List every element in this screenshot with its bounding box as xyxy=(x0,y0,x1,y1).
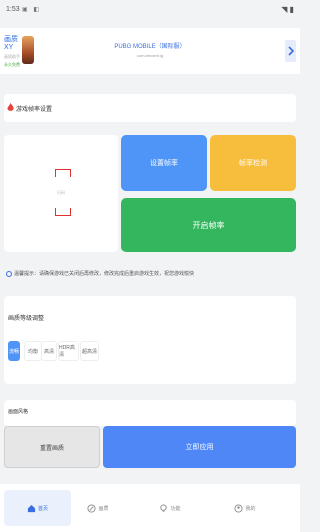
status-time: 1:53 xyxy=(6,6,20,13)
quality-option-hdr[interactable]: HDR高清 xyxy=(58,341,79,361)
apply-button[interactable]: 立即应用 xyxy=(103,426,296,468)
action-bar: 重置画质 立即应用 xyxy=(0,426,300,472)
info-icon xyxy=(6,270,12,277)
signal-battery-icons: ◥ ▮ xyxy=(281,5,294,14)
scan-corner xyxy=(63,208,71,216)
chevron-right-icon xyxy=(287,46,294,56)
game-package: com.tencent.ig xyxy=(136,53,163,58)
notification-icons: ▣ ◧ xyxy=(22,7,42,13)
quality-option-ultra[interactable]: 超高清 xyxy=(80,341,99,361)
home-icon xyxy=(27,504,36,512)
scan-corner xyxy=(63,169,71,177)
quality-option-smooth[interactable]: 流畅 xyxy=(8,341,20,361)
status-bar: 1:53 ▣ ◧ ◥ ▮ xyxy=(0,0,300,22)
fire-icon xyxy=(7,103,14,111)
scan-hint: 扫码 xyxy=(57,190,65,195)
free-badge: 永久免费 xyxy=(4,62,20,67)
tab-label: 首页 xyxy=(37,505,48,512)
enable-framerate-button[interactable]: 开启帧率 xyxy=(121,198,296,252)
set-framerate-button[interactable]: 设置帧率 xyxy=(121,135,207,191)
tab-features[interactable]: 功能 xyxy=(150,490,190,526)
section-title: 画面风格 xyxy=(8,409,29,415)
reset-button[interactable]: 重置画质 xyxy=(4,426,100,468)
tab-profile[interactable]: 我的 xyxy=(225,490,265,526)
tab-label: 画质 xyxy=(98,505,109,512)
game-name: PUBG MOBILE（国际服） xyxy=(114,44,186,50)
check-framerate-button[interactable]: 帧率检测 xyxy=(210,135,296,191)
scan-corner xyxy=(55,169,63,177)
section-title: 游戏帧率设置 xyxy=(16,107,53,113)
section-title: 画质等级调整 xyxy=(8,316,45,322)
quality-section-card: 画质等级调整 流畅 均衡 高清 HDR高清 超高清 xyxy=(4,296,296,384)
tab-label: 我的 xyxy=(245,505,256,512)
bulb-icon xyxy=(160,503,168,512)
tab-label: 功能 xyxy=(170,505,181,512)
user-icon xyxy=(234,503,244,513)
quality-option-balanced[interactable]: 均衡 xyxy=(24,341,42,361)
scan-corner xyxy=(55,208,63,216)
framerate-section-card: 游戏帧率设置 xyxy=(4,94,296,122)
game-selector-bar[interactable]: 画质XY 画质助手 永久免费 PUBG MOBILE（国际服） com.tenc… xyxy=(0,28,300,74)
tab-quality[interactable]: 画质 xyxy=(78,490,118,526)
scan-box[interactable]: 扫码 xyxy=(4,135,118,252)
notice: 温馨提示：请确保游戏已关闭后再修改，修改完成后重启游戏生效，祝您游戏愉快 xyxy=(6,270,194,277)
notice-text: 温馨提示：请确保游戏已关闭后再修改，修改完成后重启游戏生效，祝您游戏愉快 xyxy=(14,271,195,277)
tab-bar: 首页 画质 功能 我的 xyxy=(0,484,300,532)
edit-icon xyxy=(87,503,97,513)
style-section-card: 画面风格 xyxy=(4,400,296,426)
next-game-button[interactable] xyxy=(285,40,296,62)
tab-home[interactable]: 首页 xyxy=(4,490,71,526)
quality-option-hd[interactable]: 高清 xyxy=(41,341,57,361)
